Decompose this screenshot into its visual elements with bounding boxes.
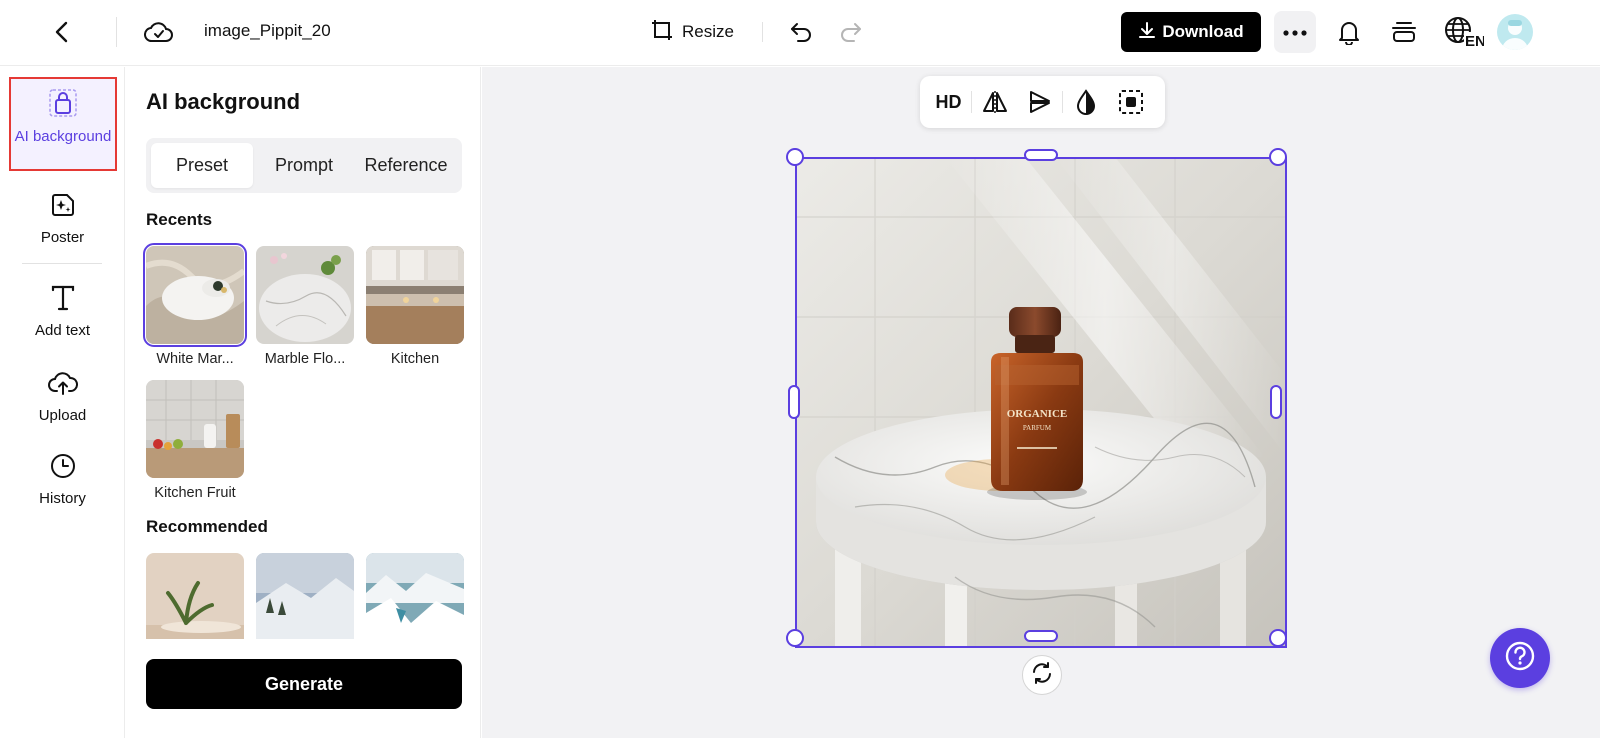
resize-handle-bottom-right[interactable] <box>1269 629 1287 647</box>
poster-icon <box>50 192 76 222</box>
back-arrow-icon[interactable] <box>48 18 74 46</box>
file-name[interactable]: image_Pippit_20 <box>204 21 331 41</box>
redo-icon[interactable] <box>838 18 864 46</box>
image-toolbar: HD <box>920 76 1165 128</box>
resize-label: Resize <box>682 22 734 41</box>
resize-handle-left[interactable] <box>788 385 800 419</box>
recommended-image <box>366 553 464 639</box>
sidebar-item-label: History <box>39 490 86 507</box>
preset-caption: Kitchen <box>390 351 440 367</box>
preset-caption: White Mar... <box>156 351 234 367</box>
recommended-image <box>256 553 354 639</box>
generate-button[interactable]: Generate <box>146 659 462 709</box>
recommended-image <box>146 553 244 639</box>
preset-image <box>366 246 464 344</box>
language-code: EN <box>1465 33 1484 48</box>
more-icon <box>1283 23 1307 41</box>
bottle-label-line2: PARFUM <box>1023 424 1052 432</box>
tab-prompt[interactable]: Prompt <box>253 143 355 188</box>
crop-icon[interactable] <box>1108 82 1153 122</box>
preset-image <box>143 243 247 347</box>
download-button[interactable]: Download <box>1121 12 1261 52</box>
canvas-area: HD ORGANICE PARFUM <box>482 67 1600 738</box>
undo-icon[interactable] <box>788 18 814 46</box>
sidebar-item-poster[interactable]: Poster <box>0 192 125 248</box>
sidebar-item-ai-background[interactable]: AI background <box>9 77 117 171</box>
recommended-thumbnail[interactable] <box>256 553 354 639</box>
nav-divider <box>22 263 102 264</box>
globe-icon[interactable]: EN <box>1444 16 1484 48</box>
flip-horizontal-icon[interactable] <box>972 82 1017 122</box>
preset-image <box>146 380 244 478</box>
text-icon <box>51 285 75 315</box>
preset-thumbnail[interactable]: Kitchen Fruit <box>146 380 244 501</box>
opacity-icon[interactable] <box>1063 82 1108 122</box>
panel-title: AI background <box>146 89 301 114</box>
rotate-icon <box>1030 661 1054 690</box>
resize-button[interactable]: Resize <box>650 16 734 48</box>
preset-thumbnail[interactable]: Kitchen <box>366 246 464 367</box>
bell-icon[interactable] <box>1335 18 1363 46</box>
upload-cloud-icon <box>47 370 78 400</box>
layers-icon[interactable] <box>1390 18 1418 46</box>
left-nav: AI background Poster Add text Upload His… <box>0 67 125 738</box>
preset-thumbnail[interactable]: White Mar... <box>143 243 247 367</box>
sidebar-item-label: AI background <box>14 128 112 145</box>
clock-icon <box>50 453 76 483</box>
resize-handle-top-left[interactable] <box>786 148 804 166</box>
bottle-label: ORGANICE <box>1007 408 1068 420</box>
recommended-thumbnail[interactable] <box>146 553 244 639</box>
sidebar-item-label: Upload <box>38 407 87 424</box>
flip-vertical-icon[interactable] <box>1017 82 1062 122</box>
preset-image <box>256 246 354 344</box>
tab-reference[interactable]: Reference <box>355 143 457 188</box>
sidebar-item-history[interactable]: History <box>0 453 125 509</box>
avatar[interactable] <box>1497 14 1533 50</box>
ai-background-panel: AI background Preset Prompt Reference Re… <box>126 67 481 738</box>
resize-icon <box>650 18 674 47</box>
help-icon <box>1504 640 1536 677</box>
resize-handle-bottom[interactable] <box>1024 630 1058 642</box>
sidebar-item-upload[interactable]: Upload <box>0 370 125 426</box>
resize-handle-top[interactable] <box>1024 149 1058 161</box>
sidebar-item-label: Add text <box>34 322 91 339</box>
resize-handle-bottom-left[interactable] <box>786 629 804 647</box>
product-image[interactable]: ORGANICE PARFUM <box>795 157 1287 648</box>
preset-thumbnail[interactable]: Marble Flo... <box>256 246 354 367</box>
sidebar-item-label: Poster <box>40 229 85 246</box>
header-divider <box>116 17 117 47</box>
help-button[interactable] <box>1490 628 1550 688</box>
preset-caption: Kitchen Fruit <box>154 485 236 501</box>
tab-preset[interactable]: Preset <box>151 143 253 188</box>
more-button[interactable] <box>1274 11 1316 53</box>
recommended-thumbnail[interactable] <box>366 553 464 639</box>
sidebar-item-add-text[interactable]: Add text <box>0 285 125 341</box>
cloud-sync-icon[interactable] <box>143 18 175 46</box>
hd-button[interactable]: HD <box>926 82 971 122</box>
rotate-button[interactable] <box>1022 655 1062 695</box>
download-icon <box>1138 21 1156 44</box>
download-label: Download <box>1162 22 1244 41</box>
recommended-heading: Recommended <box>146 517 268 536</box>
header-divider <box>762 22 763 42</box>
recents-heading: Recents <box>146 210 213 229</box>
resize-handle-top-right[interactable] <box>1269 148 1287 166</box>
shopping-bag-icon <box>49 89 77 121</box>
mode-tabs: Preset Prompt Reference <box>146 138 462 193</box>
preset-caption: Marble Flo... <box>264 351 346 367</box>
resize-handle-right[interactable] <box>1270 385 1282 419</box>
top-bar: image_Pippit_20 Resize Download EN <box>0 0 1600 66</box>
